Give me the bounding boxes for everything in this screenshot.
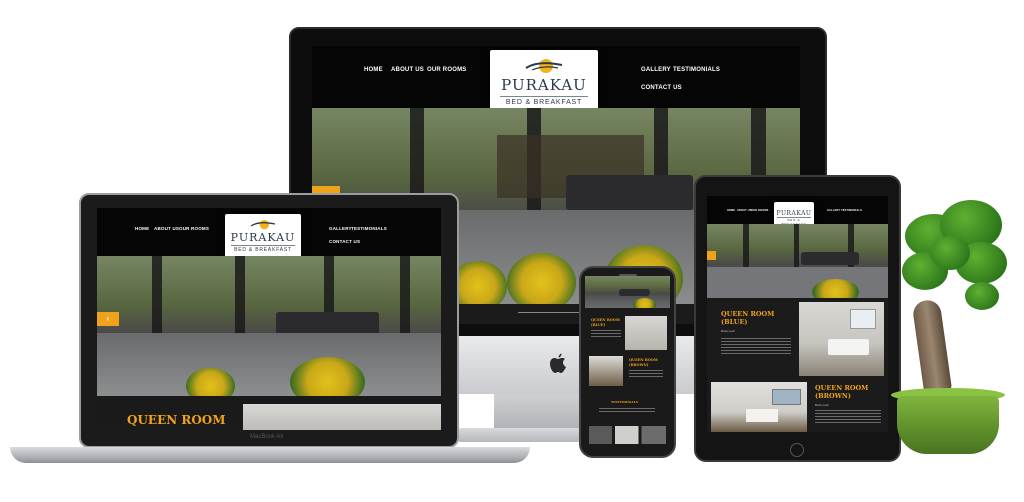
sun-logo-icon [525,59,563,73]
nav-about[interactable]: ABOUT US [737,209,752,212]
room-title-blue-sub: (BLUE) [591,323,606,327]
room-title-brown-sub: (BROWN) [815,392,851,400]
nav-about[interactable]: ABOUT US [154,226,179,231]
arrow-left-icon[interactable] [707,250,716,260]
laptop-base: MacBook Air [10,434,530,463]
laptop-site: HOME ABOUT US OUR ROOMS GALLERY TESTIMON… [97,208,441,430]
nav-gallery[interactable]: GALLERY [827,209,840,212]
home-button[interactable] [790,443,804,457]
apple-icon [550,353,566,373]
site-logo[interactable]: PURAKAU BED & BREAKFAST [774,202,814,226]
gallery-thumbs [589,426,666,444]
room-title: QUEEN ROOM [127,413,226,427]
nav-contact[interactable]: CONTACT US [329,239,360,244]
tablet-site: HOME ABOUT US OUR ROOMS GALLERY TESTIMON… [707,196,888,432]
hero-image [707,224,888,298]
bonsai-trunk [911,298,953,397]
nav-rooms[interactable]: OUR ROOMS [427,67,466,73]
logo-subtitle: BED & BREAKFAST [231,245,295,253]
nav-testimonials[interactable]: TESTIMONIALS [351,226,387,231]
phone-site: QUEEN ROOM (BLUE) QUEEN ROOM (BROWN) TES… [585,276,670,448]
nav-gallery[interactable]: GALLERY [329,226,352,231]
room-title-blue: QUEEN ROOM [721,310,775,318]
site-logo[interactable]: PURAKAU BED & BREAKFAST [490,50,598,112]
nav-contact[interactable]: CONTACT US [641,85,682,91]
sun-logo-icon [250,220,276,230]
logo-name: PURAKAU [776,210,812,217]
testimonials-title: TESTIMONIALS [611,400,639,404]
nav-about[interactable]: ABOUT US [391,67,424,73]
arrow-left-icon[interactable]: ‹ [97,312,119,326]
nav-gallery[interactable]: GALLERY [641,67,671,73]
nav-home[interactable]: HOME [727,209,735,212]
room-title-brown: QUEEN ROOM [629,358,658,362]
site-logo[interactable]: PURAKAU BED & BREAKFAST [225,214,301,258]
room-link-brown[interactable]: Book now! [815,403,829,407]
room-title-blue: QUEEN ROOM [591,318,620,322]
nav-home[interactable]: HOME [135,226,149,231]
nav-home[interactable]: HOME [364,67,383,73]
logo-name: PURAKAU [501,76,587,94]
logo-name: PURAKAU [230,231,296,244]
nav-testimonials[interactable]: TESTIMONIALS [673,67,720,73]
room-link-blue[interactable]: Book now! [721,329,735,333]
room-photo-brown [711,382,807,432]
bonsai-pot [897,396,999,454]
room-photo-brown [589,356,623,386]
nav-testimonials[interactable]: TESTIMONIALS [841,209,862,212]
room-title-brown: QUEEN ROOM [815,384,869,392]
room-title-brown-sub: (BROWN) [629,363,649,367]
room-title-blue-sub: (BLUE) [721,318,748,326]
hero-image: ‹ [97,256,441,396]
hero-image [585,276,670,308]
logo-subtitle: BED & BREAKFAST [500,96,588,106]
laptop-label: MacBook Air [250,434,284,440]
nav-rooms[interactable]: OUR ROOMS [751,209,769,212]
room-photo-blue [625,316,667,350]
nav-rooms[interactable]: OUR ROOMS [179,226,209,231]
room-photo-blue [799,302,884,376]
